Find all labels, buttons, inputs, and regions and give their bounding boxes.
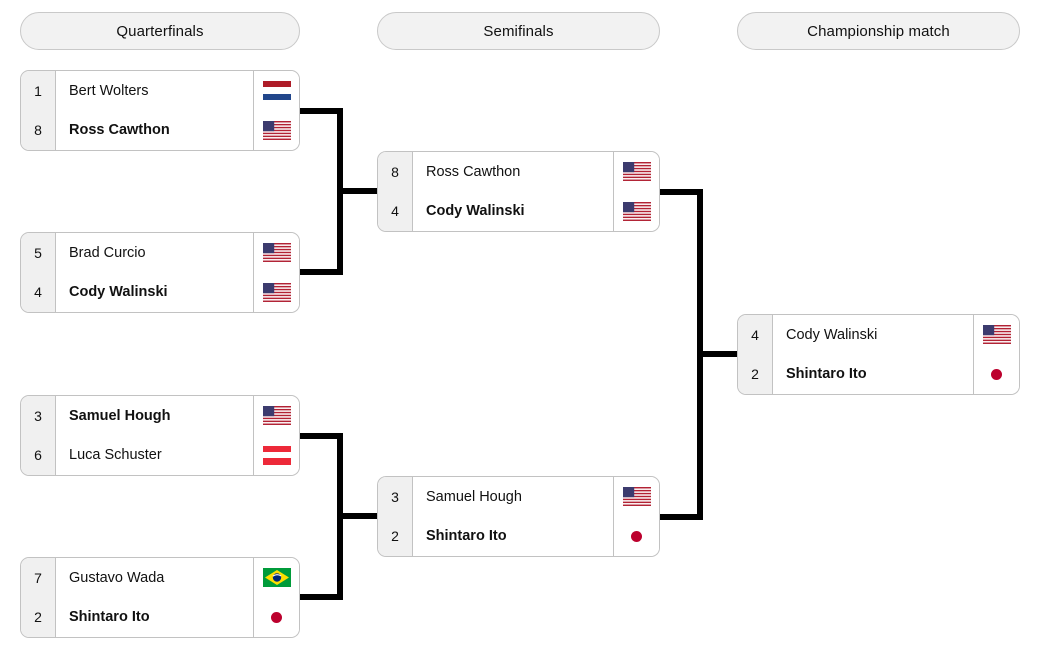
match-quarterfinal-3[interactable]: 3 Samuel Hough 6 Luca Schuster (20, 395, 300, 476)
round-header-label: Quarterfinals (116, 22, 204, 40)
seed: 2 (21, 597, 56, 637)
match-slot[interactable]: 2 Shintaro Ito (377, 516, 660, 557)
seed: 2 (378, 516, 413, 556)
flag-cell (253, 110, 299, 150)
match-slot[interactable]: 2 Shintaro Ito (20, 597, 300, 638)
united-states-flag (982, 325, 1011, 344)
united-states-flag (622, 162, 651, 181)
connector-sf2-horizontal (660, 514, 703, 520)
player-name: Ross Cawthon (56, 110, 253, 150)
flag-cell (973, 315, 1019, 354)
seed: 4 (21, 272, 56, 312)
match-championship[interactable]: 4 Cody Walinski 2 Shintaro Ito (737, 314, 1020, 395)
round-header-championship: Championship match (737, 12, 1020, 50)
player-name: Luca Schuster (56, 435, 253, 475)
japan-flag (982, 364, 1011, 384)
round-header-label: Championship match (807, 22, 950, 40)
match-slot[interactable]: 7 Gustavo Wada (20, 557, 300, 598)
connector-sf1-feed-horizontal (337, 188, 381, 194)
match-slot[interactable]: 4 Cody Walinski (377, 191, 660, 232)
seed: 4 (738, 315, 773, 354)
player-name: Brad Curcio (56, 233, 253, 272)
tournament-bracket: Quarterfinals Semifinals Championship ma… (0, 0, 1041, 655)
united-states-flag (262, 120, 291, 140)
seed: 1 (21, 71, 56, 110)
player-name: Ross Cawthon (413, 152, 613, 191)
flag-cell (253, 558, 299, 597)
match-slot[interactable]: 1 Bert Wolters (20, 70, 300, 111)
flag-cell (253, 272, 299, 312)
match-quarterfinal-4[interactable]: 7 Gustavo Wada 2 Shintaro Ito (20, 557, 300, 638)
netherlands-flag (262, 81, 291, 100)
seed: 7 (21, 558, 56, 597)
flag-cell (613, 477, 659, 516)
seed: 3 (21, 396, 56, 435)
united-states-flag (622, 487, 651, 506)
player-name: Shintaro Ito (56, 597, 253, 637)
united-states-flag (262, 243, 291, 262)
seed: 2 (738, 354, 773, 394)
player-name: Cody Walinski (413, 191, 613, 231)
match-slot[interactable]: 2 Shintaro Ito (737, 354, 1020, 395)
connector-sf2-feed-horizontal (337, 513, 381, 519)
flag-cell (613, 191, 659, 231)
match-slot[interactable]: 8 Ross Cawthon (377, 151, 660, 192)
seed: 4 (378, 191, 413, 231)
brazil-flag (262, 568, 291, 587)
player-name: Cody Walinski (773, 315, 973, 354)
match-slot[interactable]: 4 Cody Walinski (20, 272, 300, 313)
flag-cell (613, 516, 659, 556)
match-slot[interactable]: 6 Luca Schuster (20, 435, 300, 476)
match-quarterfinal-1[interactable]: 1 Bert Wolters 8 Ross Cawthon (20, 70, 300, 151)
united-states-flag (622, 201, 651, 221)
match-slot[interactable]: 5 Brad Curcio (20, 232, 300, 273)
match-slot[interactable]: 3 Samuel Hough (377, 476, 660, 517)
united-states-flag (262, 406, 291, 425)
seed: 6 (21, 435, 56, 475)
player-name: Samuel Hough (413, 477, 613, 516)
united-states-flag (262, 282, 291, 302)
seed: 3 (378, 477, 413, 516)
round-header-semifinals: Semifinals (377, 12, 660, 50)
seed: 8 (21, 110, 56, 150)
connector-final-feed-horizontal (697, 351, 741, 357)
austria-flag (262, 445, 291, 465)
flag-cell (253, 233, 299, 272)
seed: 8 (378, 152, 413, 191)
round-header-label: Semifinals (483, 22, 554, 40)
flag-cell (973, 354, 1019, 394)
japan-flag (622, 526, 651, 546)
match-semifinal-2[interactable]: 3 Samuel Hough 2 Shintaro Ito (377, 476, 660, 557)
flag-cell (253, 435, 299, 475)
player-name: Cody Walinski (56, 272, 253, 312)
flag-cell (253, 396, 299, 435)
seed: 5 (21, 233, 56, 272)
match-quarterfinal-2[interactable]: 5 Brad Curcio 4 Cody Walinski (20, 232, 300, 313)
player-name: Shintaro Ito (413, 516, 613, 556)
flag-cell (253, 71, 299, 110)
match-slot[interactable]: 4 Cody Walinski (737, 314, 1020, 355)
flag-cell (613, 152, 659, 191)
player-name: Bert Wolters (56, 71, 253, 110)
player-name: Gustavo Wada (56, 558, 253, 597)
match-slot[interactable]: 8 Ross Cawthon (20, 110, 300, 151)
connector-qf4-horizontal (300, 594, 343, 600)
player-name: Samuel Hough (56, 396, 253, 435)
match-semifinal-1[interactable]: 8 Ross Cawthon 4 Cody Walinski (377, 151, 660, 232)
player-name: Shintaro Ito (773, 354, 973, 394)
connector-qf2-horizontal (300, 269, 343, 275)
round-header-quarterfinals: Quarterfinals (20, 12, 300, 50)
flag-cell (253, 597, 299, 637)
match-slot[interactable]: 3 Samuel Hough (20, 395, 300, 436)
japan-flag (262, 607, 291, 627)
